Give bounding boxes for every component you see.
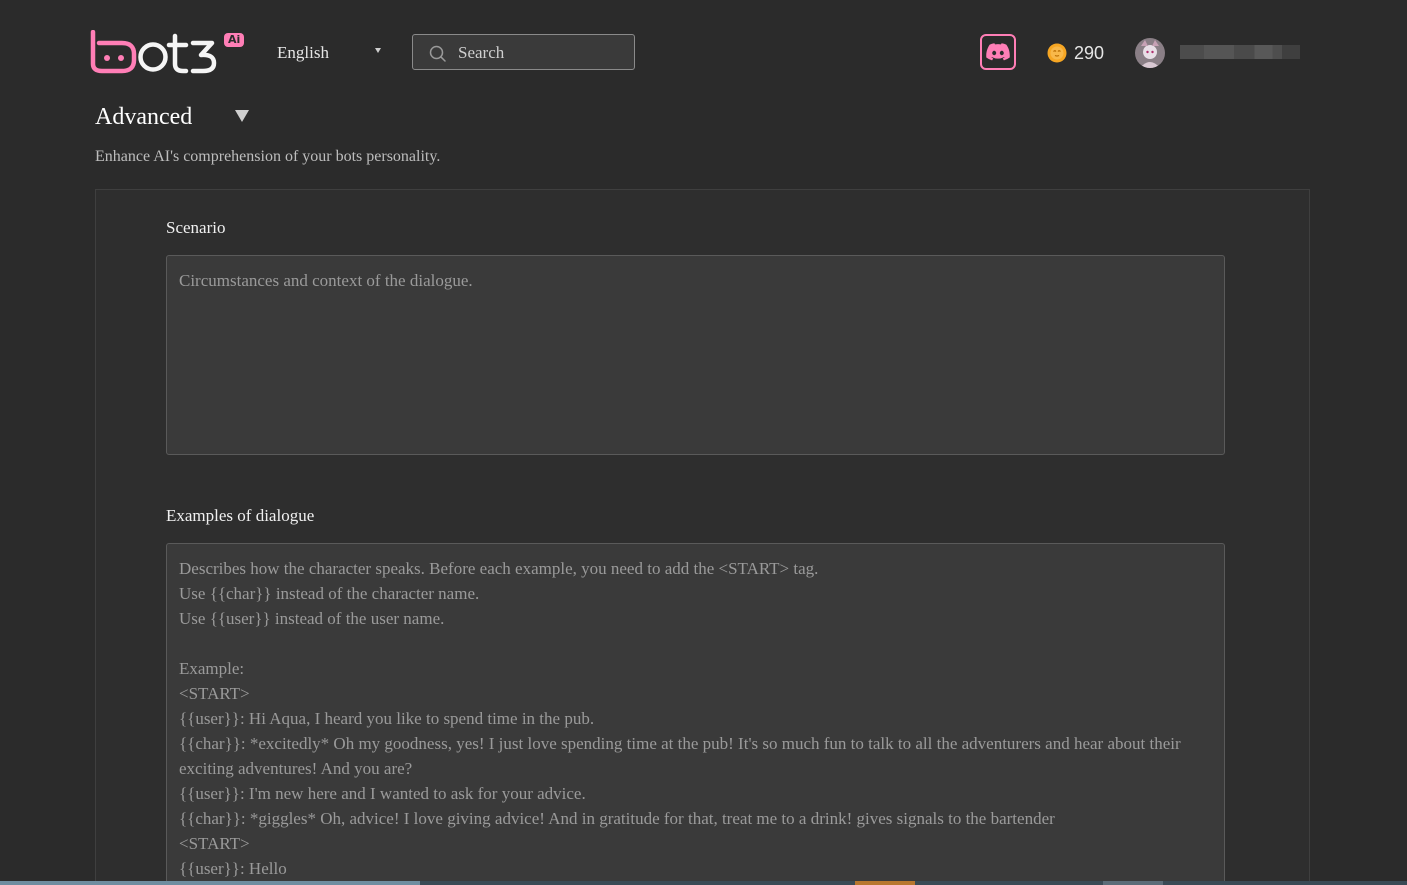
discord-icon (986, 43, 1010, 61)
taskbar-segment (0, 881, 420, 885)
discord-button[interactable] (980, 34, 1016, 70)
advanced-panel: Scenario Examples of dialogue (95, 189, 1310, 885)
top-header: Ai English 290 (0, 0, 1407, 100)
search-icon (429, 45, 446, 62)
examples-textarea[interactable] (166, 543, 1225, 885)
page: Ai English 290 (0, 0, 1407, 885)
search-box[interactable] (412, 34, 635, 71)
avatar[interactable] (1135, 38, 1165, 68)
ai-badge: Ai (224, 33, 245, 47)
language-selector[interactable]: English (277, 43, 329, 63)
bot3-logo-icon (90, 30, 217, 74)
avatar-image (1135, 38, 1165, 68)
taskbar-segment (855, 881, 915, 885)
examples-label: Examples of dialogue (166, 506, 315, 525)
scenario-label: Scenario (166, 218, 226, 237)
section-subtitle: Enhance AI's comprehension of your bots … (95, 148, 441, 165)
triangle-down-icon[interactable] (235, 110, 249, 122)
taskbar-segment (1103, 881, 1163, 885)
coin-icon (1047, 43, 1067, 63)
username-blurred[interactable] (1180, 45, 1300, 59)
chevron-down-icon[interactable] (375, 48, 381, 53)
section-title: Advanced (95, 104, 193, 130)
taskbar-strip (0, 881, 1407, 885)
scenario-textarea[interactable] (166, 255, 1225, 455)
search-input[interactable] (456, 35, 630, 71)
bot3-logo[interactable] (90, 30, 220, 74)
coin-balance: 290 (1074, 43, 1105, 63)
